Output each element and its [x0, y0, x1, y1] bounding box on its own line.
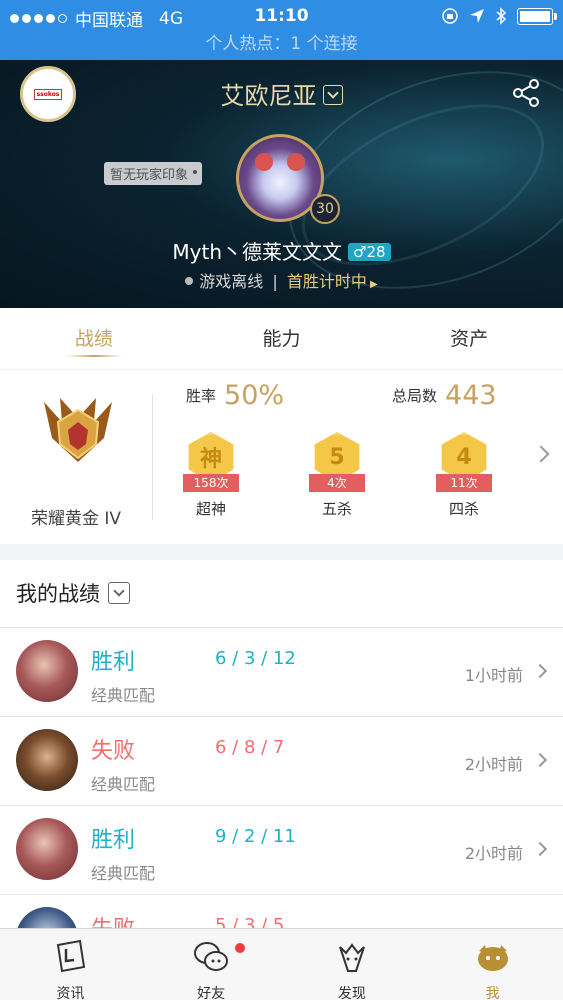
tab-record[interactable]: 战绩 [0, 308, 188, 369]
gender-age-badge: ♂28 [348, 243, 391, 261]
match-row[interactable]: 胜利 经典匹配 6 / 3 / 12 1小时前 [0, 628, 563, 717]
match-row[interactable]: 失败 5 / 3 / 5 [0, 895, 563, 928]
achievement-label: 超神 [195, 500, 226, 518]
server-selector[interactable]: 艾欧尼亚 [0, 76, 563, 111]
match-result: 胜利 [91, 828, 136, 853]
match-row[interactable]: 胜利 经典匹配 9 / 2 / 11 2小时前 [0, 806, 563, 895]
battery-icon [517, 7, 557, 25]
match-time: 2小时前 [464, 755, 523, 774]
nav-discover[interactable]: 发现 [282, 929, 423, 1000]
server-name: 艾欧尼亚 [220, 82, 317, 110]
chevron-down-icon [322, 85, 343, 105]
section-title: 我的战绩 [16, 582, 100, 606]
match-kda: 6 / 8 / 7 [215, 737, 285, 758]
chevron-right-icon [532, 841, 548, 857]
match-result: 失败 [91, 911, 135, 928]
achievement-label: 五杀 [321, 500, 352, 518]
match-mode: 经典匹配 [91, 686, 156, 705]
match-result: 胜利 [91, 650, 136, 675]
achievement-label: 四杀 [448, 500, 479, 518]
stats-panel[interactable]: 荣耀黄金 IV 胜率 50% 总局数 443 神 158次 超神 5 4次 五杀 4… [0, 370, 563, 544]
winrate: 胜率 50% [186, 380, 285, 411]
achievement-pentakill: 5 4次 五杀 [297, 432, 377, 519]
match-kda: 5 / 3 / 5 [215, 915, 285, 928]
notification-dot-icon [234, 943, 245, 953]
match-kda: 9 / 2 / 11 [215, 826, 296, 847]
match-mode: 经典匹配 [91, 775, 156, 794]
achievement-count: 4次 [309, 474, 365, 492]
match-mode: 经典匹配 [91, 864, 156, 883]
chevron-right-icon [532, 752, 548, 768]
discover-icon [338, 943, 365, 972]
champion-avatar [16, 640, 78, 702]
rank-name: 荣耀黄金 IV [30, 509, 122, 529]
match-history-header[interactable]: 我的战绩 [0, 560, 563, 628]
bluetooth-icon [496, 7, 507, 25]
chevron-down-icon[interactable] [108, 582, 130, 604]
nav-me[interactable]: 我 [422, 929, 563, 1000]
friends-chat-icon [194, 942, 229, 971]
champion-avatar [16, 818, 78, 880]
achievement-quadrakill: 4 11次 四杀 [424, 432, 504, 519]
nav-friends[interactable]: 好友 [141, 929, 282, 1000]
rank-section: 荣耀黄金 IV [0, 370, 152, 544]
match-row[interactable]: 失败 经典匹配 6 / 8 / 7 2小时前 [0, 717, 563, 806]
offline-dot-icon [185, 277, 194, 285]
chevron-right-icon [532, 663, 548, 679]
share-icon[interactable] [511, 78, 541, 108]
player-impression-tag[interactable]: 暂无玩家印象 [104, 162, 203, 185]
match-kda: 6 / 3 / 12 [215, 648, 296, 669]
achievement-count: 11次 [436, 474, 492, 492]
profile-header: ssokos 艾欧尼亚 暂无玩家印象 30 Myth丶德莱文文文 ♂28 游戏离线… [0, 60, 563, 308]
rank-badge-icon [44, 398, 112, 462]
tab-ability[interactable]: 能力 [188, 308, 376, 369]
first-win-timer[interactable]: 首胜计时中 [287, 272, 367, 291]
champion-avatar [16, 907, 78, 928]
hotspot-banner[interactable]: 个人热点：1 个连接 [0, 32, 563, 60]
player-name: Myth丶德莱文文文 ♂28 [0, 236, 563, 265]
match-result: 失败 [91, 739, 136, 764]
match-time: 1小时前 [464, 666, 523, 685]
tab-assets[interactable]: 资产 [375, 308, 563, 369]
nav-news[interactable]: 资讯 [0, 929, 141, 1000]
divider [152, 394, 153, 520]
profile-tabs: 战绩 能力 资产 [0, 308, 563, 370]
champion-avatar [16, 729, 78, 791]
me-poro-icon [477, 945, 508, 971]
total-games: 总局数 443 [392, 380, 497, 411]
news-book-icon [57, 939, 86, 973]
game-status: 游戏离线 | 首胜计时中 ▶ [0, 268, 563, 292]
achievement-count: 158次 [183, 474, 239, 492]
rotation-lock-icon [442, 8, 458, 24]
level-badge: 30 [310, 194, 340, 224]
status-bar: 中国联通 4G 11:10 [0, 0, 563, 32]
match-history: 我的战绩 胜利 经典匹配 6 / 3 / 12 1小时前 失败 经典匹配 6 /… [0, 560, 563, 928]
chevron-right-icon[interactable] [532, 445, 550, 463]
bottom-nav: 资讯 好友 发现 我 [0, 928, 563, 1000]
achievement-legendary: 神 158次 超神 [171, 432, 251, 519]
location-icon [470, 9, 484, 23]
match-time: 2小时前 [464, 844, 523, 863]
